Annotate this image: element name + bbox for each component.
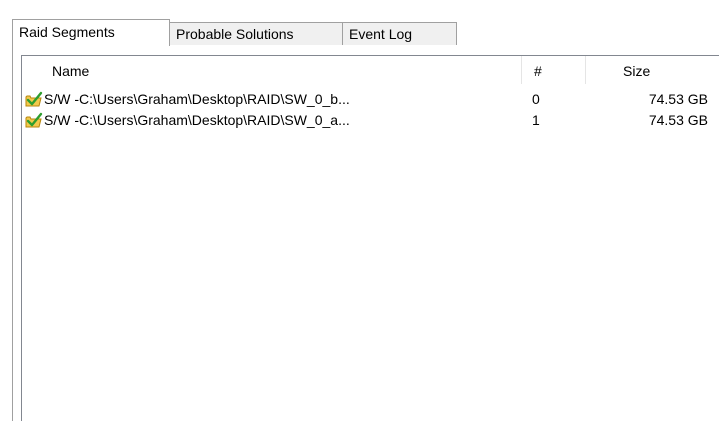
column-header-number[interactable]: # (534, 56, 564, 87)
segments-list[interactable]: Name # Size S/W -C:\Users\Graham\Desktop… (21, 55, 719, 421)
tab-panel: Name # Size S/W -C:\Users\Graham\Desktop… (12, 45, 719, 421)
column-header: Name # Size (22, 56, 719, 87)
tab-raid-segments[interactable]: Raid Segments (12, 19, 170, 46)
tab-strip: Raid Segments Probable Solutions Event L… (0, 0, 719, 46)
tab-probable-solutions[interactable]: Probable Solutions (169, 22, 343, 46)
segment-number: 1 (532, 112, 540, 128)
tab-event-log[interactable]: Event Log (342, 22, 457, 46)
segment-name: S/W -C:\Users\Graham\Desktop\RAID\SW_0_a… (44, 112, 350, 128)
segment-name: S/W -C:\Users\Graham\Desktop\RAID\SW_0_b… (44, 91, 350, 107)
folder-check-icon (25, 112, 43, 129)
segment-size: 74.53 GB (648, 112, 708, 128)
segment-size: 74.53 GB (648, 91, 708, 107)
segment-number: 0 (532, 91, 540, 107)
column-header-name[interactable]: Name (52, 56, 252, 87)
column-header-size[interactable]: Size (623, 56, 713, 87)
segments-rows: S/W -C:\Users\Graham\Desktop\RAID\SW_0_b… (22, 89, 719, 131)
column-separator[interactable] (585, 56, 586, 84)
list-item[interactable]: S/W -C:\Users\Graham\Desktop\RAID\SW_0_a… (22, 110, 719, 131)
column-separator[interactable] (521, 56, 522, 84)
folder-check-icon (25, 91, 43, 108)
list-item[interactable]: S/W -C:\Users\Graham\Desktop\RAID\SW_0_b… (22, 89, 719, 110)
